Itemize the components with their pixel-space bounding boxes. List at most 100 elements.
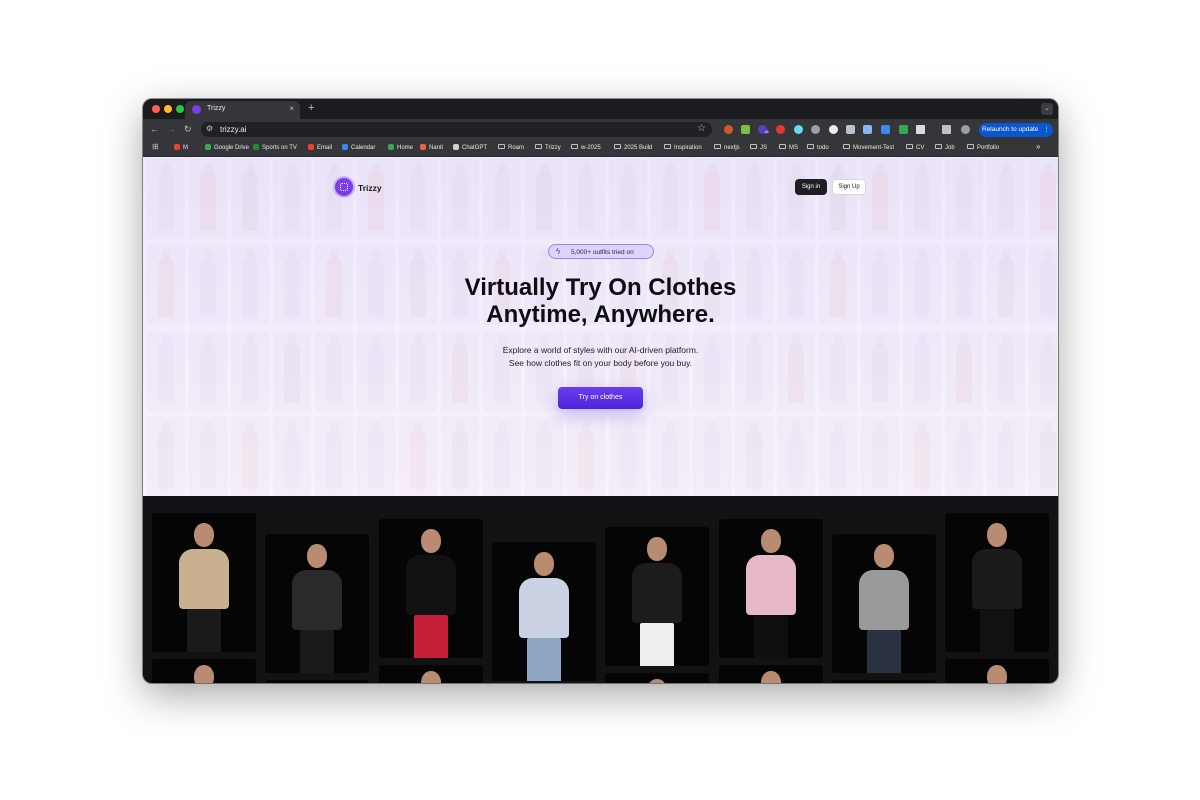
bookmark-calendar[interactable]: Calendar	[342, 144, 375, 151]
reading-list-icon[interactable]	[942, 125, 951, 134]
bookmarks-bar: ⊞ M Google Drive Sports on TV Email Calendar…	[143, 140, 1058, 157]
bookmark-roam[interactable]: Roam	[498, 144, 524, 151]
model-card-model-man-trench-coat[interactable]	[152, 513, 256, 652]
model-head	[987, 523, 1007, 547]
bookmark-google-drive[interactable]: Google Drive	[205, 144, 249, 151]
model-bottom-garment	[867, 630, 901, 673]
profile-avatar-icon[interactable]	[961, 125, 970, 134]
bookmark-label: 2025 Build	[624, 145, 653, 151]
model-top-garment	[519, 578, 569, 638]
bookmark-portfolio[interactable]: Portfolio	[967, 144, 999, 151]
model-bottom-garment	[187, 609, 221, 652]
address-bar[interactable]: ⚙ trizzy.ai ☆	[201, 122, 712, 137]
extension-teal-icon[interactable]	[899, 125, 908, 134]
model-card-next-row[interactable]	[265, 680, 369, 683]
bookmark-movement-test[interactable]: Movement-Test	[843, 144, 894, 151]
model-head	[761, 671, 781, 683]
brand-name[interactable]: Trizzy	[358, 183, 382, 193]
bookmarks-overflow-icon[interactable]: »	[1036, 142, 1040, 151]
model-top-garment	[859, 570, 909, 630]
model-card-model-man-black-sweater[interactable]	[605, 527, 709, 666]
folder-icon	[535, 144, 542, 149]
tab-trizzy[interactable]: Trizzy ×	[185, 101, 300, 119]
model-bottom-garment	[300, 630, 334, 673]
model-card-model-woman-gray-hoodie[interactable]	[492, 542, 596, 681]
try-on-clothes-button[interactable]: Try on clothes	[558, 387, 643, 409]
apps-grid-icon[interactable]: ⊞	[152, 142, 159, 151]
bookmark-home[interactable]: Home	[388, 144, 413, 151]
extension-square-icon[interactable]	[846, 125, 855, 134]
extension-camera-icon[interactable]	[863, 125, 872, 134]
bookmark-w-2025[interactable]: w-2025	[571, 144, 601, 151]
bookmark-label: Portfolio	[977, 145, 1000, 151]
bookmark-2025-build[interactable]: 2025 Build	[614, 144, 652, 151]
model-card-model-woman-pink-top[interactable]	[719, 519, 823, 658]
model-head	[761, 529, 781, 553]
bookmark-sports-on-tv[interactable]: Sports on TV	[253, 144, 297, 151]
site-settings-icon[interactable]: ⚙	[206, 124, 213, 133]
bookmark-inspiration[interactable]: Inspiration	[664, 144, 702, 151]
model-card-model-woman-red-pants[interactable]	[379, 519, 483, 658]
bookmark-chatgpt[interactable]: ChatGPT	[453, 144, 487, 151]
model-card-next-row[interactable]	[945, 659, 1049, 683]
bookmark-job[interactable]: Job	[935, 144, 955, 151]
page-title: Virtually Try On Clothes Anytime, Anywhe…	[143, 274, 1058, 328]
bookmark-trizzy[interactable]: Trizzy	[535, 144, 561, 151]
model-top-garment	[179, 549, 229, 609]
model-top-garment	[406, 555, 456, 615]
new-tab-button[interactable]: +	[308, 102, 314, 114]
extension-gray-icon[interactable]	[811, 125, 820, 134]
zoom-window-button[interactable]	[176, 105, 184, 113]
model-card-model-man-gray-tee[interactable]	[832, 534, 936, 673]
model-card-next-row[interactable]	[605, 673, 709, 683]
sign-in-button[interactable]: Sign in	[795, 179, 827, 195]
bookmark-star-icon[interactable]: ☆	[697, 123, 706, 134]
bookmark-todo[interactable]: todo	[807, 144, 829, 151]
react-devtools-icon[interactable]	[794, 125, 803, 134]
bookmark-m[interactable]: M	[174, 144, 188, 151]
model-card-model-man-graphic-tee[interactable]	[265, 534, 369, 673]
bookmark-label: todo	[817, 145, 829, 151]
page-content: Trizzy Sign in Sign Up ϟ 5,000+ outfits …	[143, 157, 1058, 683]
minimize-window-button[interactable]	[164, 105, 172, 113]
back-icon[interactable]: ←	[150, 123, 159, 135]
chatgpt-icon	[453, 144, 459, 150]
folder-icon	[750, 144, 757, 149]
close-window-button[interactable]	[152, 105, 160, 113]
forward-icon[interactable]: →	[167, 123, 176, 135]
extension-blue-icon[interactable]	[881, 125, 890, 134]
tab-search-button[interactable]: ⌄	[1041, 103, 1053, 115]
model-bottom-garment	[754, 615, 788, 658]
bookmark-cv[interactable]: CV	[906, 144, 924, 151]
bookmark-js[interactable]: JS	[750, 144, 767, 151]
calendar-icon	[342, 144, 348, 150]
extension-fox-icon[interactable]	[724, 125, 733, 134]
subtitle-line-1: Explore a world of styles with our AI-dr…	[502, 345, 699, 355]
model-card-next-row[interactable]	[152, 659, 256, 683]
browser-toolbar: ← → ↻ ⚙ trizzy.ai ☆ 16 Relaunch to updat…	[143, 119, 1058, 140]
bookmark-label: M	[183, 145, 188, 151]
model-bottom-garment	[980, 609, 1014, 652]
sign-up-button[interactable]: Sign Up	[832, 179, 866, 195]
tab-close-icon[interactable]: ×	[289, 104, 294, 113]
bookmark-label: Movement-Test	[853, 145, 895, 151]
extension-green-icon[interactable]	[741, 125, 750, 134]
bookmark-ms[interactable]: MS	[779, 144, 798, 151]
extension-circle-icon[interactable]	[829, 125, 838, 134]
model-card-next-row[interactable]	[379, 665, 483, 683]
bookmark-nextjs[interactable]: nextjs	[714, 144, 740, 151]
trizzy-logo-icon[interactable]	[335, 178, 353, 196]
bookmark-label: Nanit	[429, 145, 444, 151]
model-card-next-row[interactable]	[719, 665, 823, 683]
extension-red-icon[interactable]	[776, 125, 785, 134]
gmail-icon	[174, 144, 180, 150]
bookmark-nanit[interactable]: Nanit	[420, 144, 443, 151]
model-card-next-row[interactable]	[832, 680, 936, 683]
folder-icon	[571, 144, 578, 149]
extensions-puzzle-icon[interactable]	[916, 125, 925, 134]
bookmark-email[interactable]: Email	[308, 144, 332, 151]
relaunch-button[interactable]: Relaunch to update ⋮	[979, 123, 1053, 137]
reload-icon[interactable]: ↻	[184, 123, 192, 135]
model-card-model-man-leather-jacket[interactable]	[945, 513, 1049, 652]
model-top-garment	[292, 570, 342, 630]
